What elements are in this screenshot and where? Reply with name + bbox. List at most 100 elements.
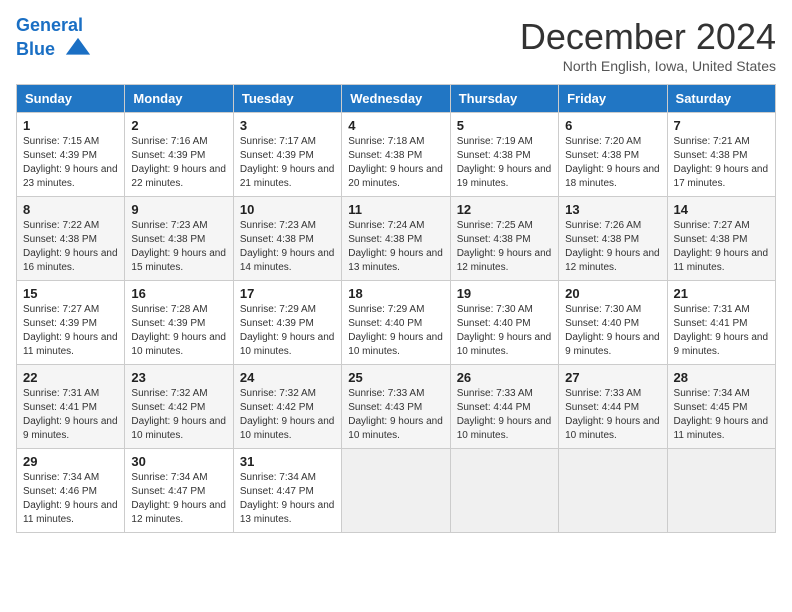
calendar-cell: 14 Sunrise: 7:27 AMSunset: 4:38 PMDaylig…	[667, 197, 775, 281]
day-info: Sunrise: 7:27 AMSunset: 4:39 PMDaylight:…	[23, 303, 118, 359]
day-info: Sunrise: 7:17 AMSunset: 4:39 PMDaylight:…	[240, 135, 335, 191]
day-number: 31	[240, 454, 335, 469]
calendar-table: SundayMondayTuesdayWednesdayThursdayFrid…	[16, 84, 776, 533]
calendar-week-row: 22 Sunrise: 7:31 AMSunset: 4:41 PMDaylig…	[17, 365, 776, 449]
calendar-cell: 26 Sunrise: 7:33 AMSunset: 4:44 PMDaylig…	[450, 365, 558, 449]
day-number: 15	[23, 286, 118, 301]
column-header-tuesday: Tuesday	[233, 85, 341, 113]
logo-blue: Blue	[16, 39, 55, 59]
day-info: Sunrise: 7:21 AMSunset: 4:38 PMDaylight:…	[674, 135, 769, 191]
calendar-week-row: 15 Sunrise: 7:27 AMSunset: 4:39 PMDaylig…	[17, 281, 776, 365]
calendar-cell: 27 Sunrise: 7:33 AMSunset: 4:44 PMDaylig…	[559, 365, 667, 449]
day-number: 3	[240, 118, 335, 133]
day-info: Sunrise: 7:31 AMSunset: 4:41 PMDaylight:…	[674, 303, 769, 359]
day-number: 24	[240, 370, 335, 385]
day-number: 26	[457, 370, 552, 385]
day-number: 29	[23, 454, 118, 469]
calendar-cell: 24 Sunrise: 7:32 AMSunset: 4:42 PMDaylig…	[233, 365, 341, 449]
calendar-cell: 28 Sunrise: 7:34 AMSunset: 4:45 PMDaylig…	[667, 365, 775, 449]
calendar-cell: 4 Sunrise: 7:18 AMSunset: 4:38 PMDayligh…	[342, 113, 450, 197]
day-info: Sunrise: 7:19 AMSunset: 4:38 PMDaylight:…	[457, 135, 552, 191]
day-number: 25	[348, 370, 443, 385]
day-info: Sunrise: 7:23 AMSunset: 4:38 PMDaylight:…	[240, 219, 335, 275]
day-number: 13	[565, 202, 660, 217]
column-header-saturday: Saturday	[667, 85, 775, 113]
day-info: Sunrise: 7:33 AMSunset: 4:44 PMDaylight:…	[565, 387, 660, 443]
day-info: Sunrise: 7:34 AMSunset: 4:47 PMDaylight:…	[240, 471, 335, 527]
day-number: 10	[240, 202, 335, 217]
day-info: Sunrise: 7:29 AMSunset: 4:40 PMDaylight:…	[348, 303, 443, 359]
page-header: General Blue December 2024 North English…	[16, 16, 776, 74]
column-header-wednesday: Wednesday	[342, 85, 450, 113]
day-number: 21	[674, 286, 769, 301]
calendar-cell: 5 Sunrise: 7:19 AMSunset: 4:38 PMDayligh…	[450, 113, 558, 197]
day-number: 2	[131, 118, 226, 133]
calendar-cell	[342, 449, 450, 533]
day-info: Sunrise: 7:32 AMSunset: 4:42 PMDaylight:…	[131, 387, 226, 443]
calendar-week-row: 8 Sunrise: 7:22 AMSunset: 4:38 PMDayligh…	[17, 197, 776, 281]
day-info: Sunrise: 7:20 AMSunset: 4:38 PMDaylight:…	[565, 135, 660, 191]
calendar-cell: 17 Sunrise: 7:29 AMSunset: 4:39 PMDaylig…	[233, 281, 341, 365]
day-info: Sunrise: 7:15 AMSunset: 4:39 PMDaylight:…	[23, 135, 118, 191]
day-info: Sunrise: 7:33 AMSunset: 4:43 PMDaylight:…	[348, 387, 443, 443]
day-info: Sunrise: 7:27 AMSunset: 4:38 PMDaylight:…	[674, 219, 769, 275]
calendar-cell: 15 Sunrise: 7:27 AMSunset: 4:39 PMDaylig…	[17, 281, 125, 365]
day-info: Sunrise: 7:25 AMSunset: 4:38 PMDaylight:…	[457, 219, 552, 275]
day-number: 11	[348, 202, 443, 217]
day-number: 6	[565, 118, 660, 133]
calendar-cell: 6 Sunrise: 7:20 AMSunset: 4:38 PMDayligh…	[559, 113, 667, 197]
day-number: 19	[457, 286, 552, 301]
day-info: Sunrise: 7:22 AMSunset: 4:38 PMDaylight:…	[23, 219, 118, 275]
day-number: 5	[457, 118, 552, 133]
day-number: 27	[565, 370, 660, 385]
day-info: Sunrise: 7:30 AMSunset: 4:40 PMDaylight:…	[565, 303, 660, 359]
title-block: December 2024 North English, Iowa, Unite…	[520, 16, 776, 74]
calendar-cell: 25 Sunrise: 7:33 AMSunset: 4:43 PMDaylig…	[342, 365, 450, 449]
calendar-body: 1 Sunrise: 7:15 AMSunset: 4:39 PMDayligh…	[17, 113, 776, 533]
calendar-cell: 12 Sunrise: 7:25 AMSunset: 4:38 PMDaylig…	[450, 197, 558, 281]
day-info: Sunrise: 7:24 AMSunset: 4:38 PMDaylight:…	[348, 219, 443, 275]
day-info: Sunrise: 7:29 AMSunset: 4:39 PMDaylight:…	[240, 303, 335, 359]
calendar-cell: 2 Sunrise: 7:16 AMSunset: 4:39 PMDayligh…	[125, 113, 233, 197]
calendar-cell	[559, 449, 667, 533]
day-number: 4	[348, 118, 443, 133]
column-header-friday: Friday	[559, 85, 667, 113]
calendar-cell: 10 Sunrise: 7:23 AMSunset: 4:38 PMDaylig…	[233, 197, 341, 281]
calendar-cell: 1 Sunrise: 7:15 AMSunset: 4:39 PMDayligh…	[17, 113, 125, 197]
day-number: 18	[348, 286, 443, 301]
column-header-sunday: Sunday	[17, 85, 125, 113]
logo-general: General	[16, 15, 83, 35]
day-number: 9	[131, 202, 226, 217]
day-info: Sunrise: 7:28 AMSunset: 4:39 PMDaylight:…	[131, 303, 226, 359]
day-number: 17	[240, 286, 335, 301]
day-number: 22	[23, 370, 118, 385]
calendar-cell	[450, 449, 558, 533]
day-info: Sunrise: 7:31 AMSunset: 4:41 PMDaylight:…	[23, 387, 118, 443]
day-info: Sunrise: 7:30 AMSunset: 4:40 PMDaylight:…	[457, 303, 552, 359]
calendar-cell: 11 Sunrise: 7:24 AMSunset: 4:38 PMDaylig…	[342, 197, 450, 281]
calendar-cell: 31 Sunrise: 7:34 AMSunset: 4:47 PMDaylig…	[233, 449, 341, 533]
calendar-cell: 19 Sunrise: 7:30 AMSunset: 4:40 PMDaylig…	[450, 281, 558, 365]
calendar-cell: 18 Sunrise: 7:29 AMSunset: 4:40 PMDaylig…	[342, 281, 450, 365]
calendar-cell: 22 Sunrise: 7:31 AMSunset: 4:41 PMDaylig…	[17, 365, 125, 449]
day-info: Sunrise: 7:34 AMSunset: 4:45 PMDaylight:…	[674, 387, 769, 443]
location-subtitle: North English, Iowa, United States	[520, 58, 776, 74]
calendar-cell: 3 Sunrise: 7:17 AMSunset: 4:39 PMDayligh…	[233, 113, 341, 197]
day-info: Sunrise: 7:16 AMSunset: 4:39 PMDaylight:…	[131, 135, 226, 191]
day-info: Sunrise: 7:26 AMSunset: 4:38 PMDaylight:…	[565, 219, 660, 275]
day-number: 20	[565, 286, 660, 301]
calendar-cell: 29 Sunrise: 7:34 AMSunset: 4:46 PMDaylig…	[17, 449, 125, 533]
day-info: Sunrise: 7:34 AMSunset: 4:47 PMDaylight:…	[131, 471, 226, 527]
day-info: Sunrise: 7:34 AMSunset: 4:46 PMDaylight:…	[23, 471, 118, 527]
day-number: 28	[674, 370, 769, 385]
calendar-cell: 8 Sunrise: 7:22 AMSunset: 4:38 PMDayligh…	[17, 197, 125, 281]
day-number: 16	[131, 286, 226, 301]
calendar-cell: 23 Sunrise: 7:32 AMSunset: 4:42 PMDaylig…	[125, 365, 233, 449]
calendar-cell: 9 Sunrise: 7:23 AMSunset: 4:38 PMDayligh…	[125, 197, 233, 281]
day-number: 14	[674, 202, 769, 217]
calendar-cell: 20 Sunrise: 7:30 AMSunset: 4:40 PMDaylig…	[559, 281, 667, 365]
day-number: 12	[457, 202, 552, 217]
day-number: 23	[131, 370, 226, 385]
day-info: Sunrise: 7:32 AMSunset: 4:42 PMDaylight:…	[240, 387, 335, 443]
day-info: Sunrise: 7:33 AMSunset: 4:44 PMDaylight:…	[457, 387, 552, 443]
